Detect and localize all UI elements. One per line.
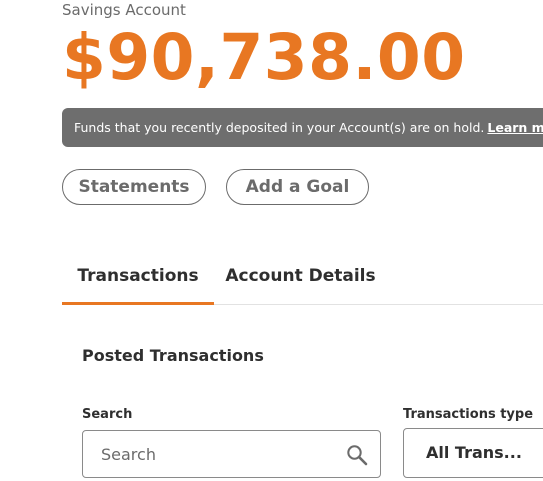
statements-button[interactable]: Statements xyxy=(62,169,206,205)
search-input[interactable] xyxy=(101,431,331,477)
posted-transactions-title: Posted Transactions xyxy=(82,346,264,365)
search-label: Search xyxy=(82,407,133,422)
account-tabs: Transactions Account Details xyxy=(62,250,543,305)
add-goal-button[interactable]: Add a Goal xyxy=(226,169,369,205)
savings-account-page: Savings Account $90,738.00 Funds that yo… xyxy=(0,0,543,481)
account-type-label: Savings Account xyxy=(62,1,186,19)
transactions-type-select[interactable]: All Trans... xyxy=(403,428,543,478)
search-icon[interactable] xyxy=(346,444,368,466)
tab-account-details[interactable]: Account Details xyxy=(225,250,375,302)
search-field xyxy=(82,430,381,478)
transactions-type-label: Transactions type xyxy=(403,407,534,422)
hold-notice-banner: Funds that you recently deposited in you… xyxy=(62,108,543,147)
tab-transactions[interactable]: Transactions xyxy=(62,250,214,305)
learn-more-link[interactable]: Learn more xyxy=(487,120,543,135)
hold-notice-text: Funds that you recently deposited in you… xyxy=(74,120,485,135)
account-balance: $90,738.00 xyxy=(62,21,466,94)
